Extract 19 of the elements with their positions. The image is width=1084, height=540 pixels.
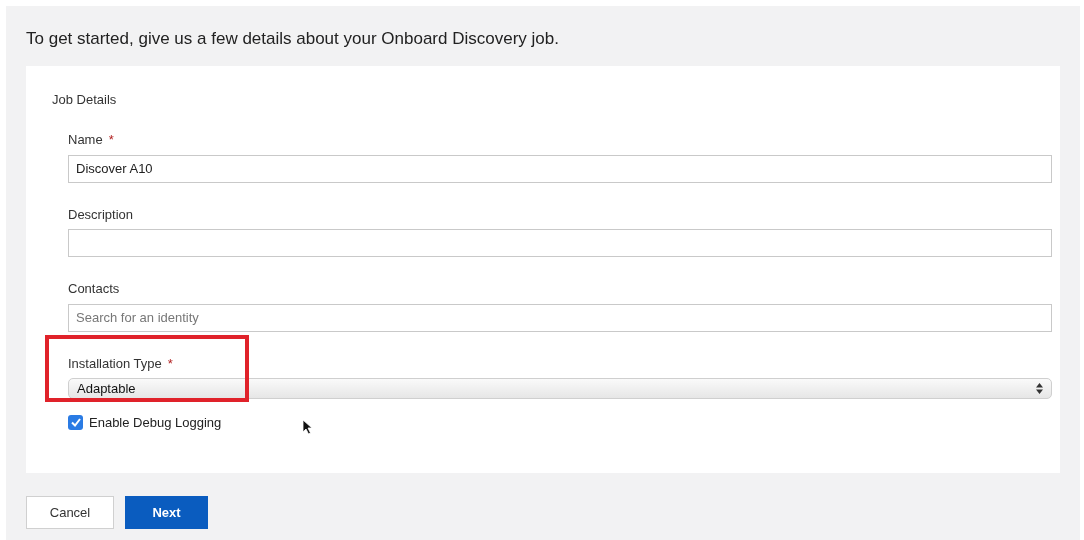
checkbox-label: Enable Debug Logging xyxy=(89,414,222,432)
checkbox[interactable] xyxy=(68,415,83,431)
required-mark: * xyxy=(108,131,114,149)
section-title: Job Details xyxy=(51,92,118,108)
field-label: Contacts xyxy=(68,280,120,298)
text-field[interactable]: Discover A10 xyxy=(68,154,1052,183)
field-label: Description xyxy=(68,205,134,224)
cursor-icon xyxy=(302,419,313,435)
required-mark: * xyxy=(167,354,173,373)
field-label: Name xyxy=(68,131,103,149)
select-field[interactable]: Adaptable xyxy=(68,378,1052,399)
text-field[interactable]: Search for an identity xyxy=(68,303,1052,332)
updown-icon xyxy=(1036,383,1043,394)
cancel-button[interactable]: Cancel xyxy=(26,496,114,529)
field-label: Installation Type xyxy=(68,354,162,373)
intro-text: To get started, give us a few details about your Onboard Discovery job. xyxy=(26,28,560,50)
next-button[interactable]: Next xyxy=(125,496,208,529)
check-icon xyxy=(70,418,81,428)
text-field[interactable] xyxy=(68,229,1052,257)
